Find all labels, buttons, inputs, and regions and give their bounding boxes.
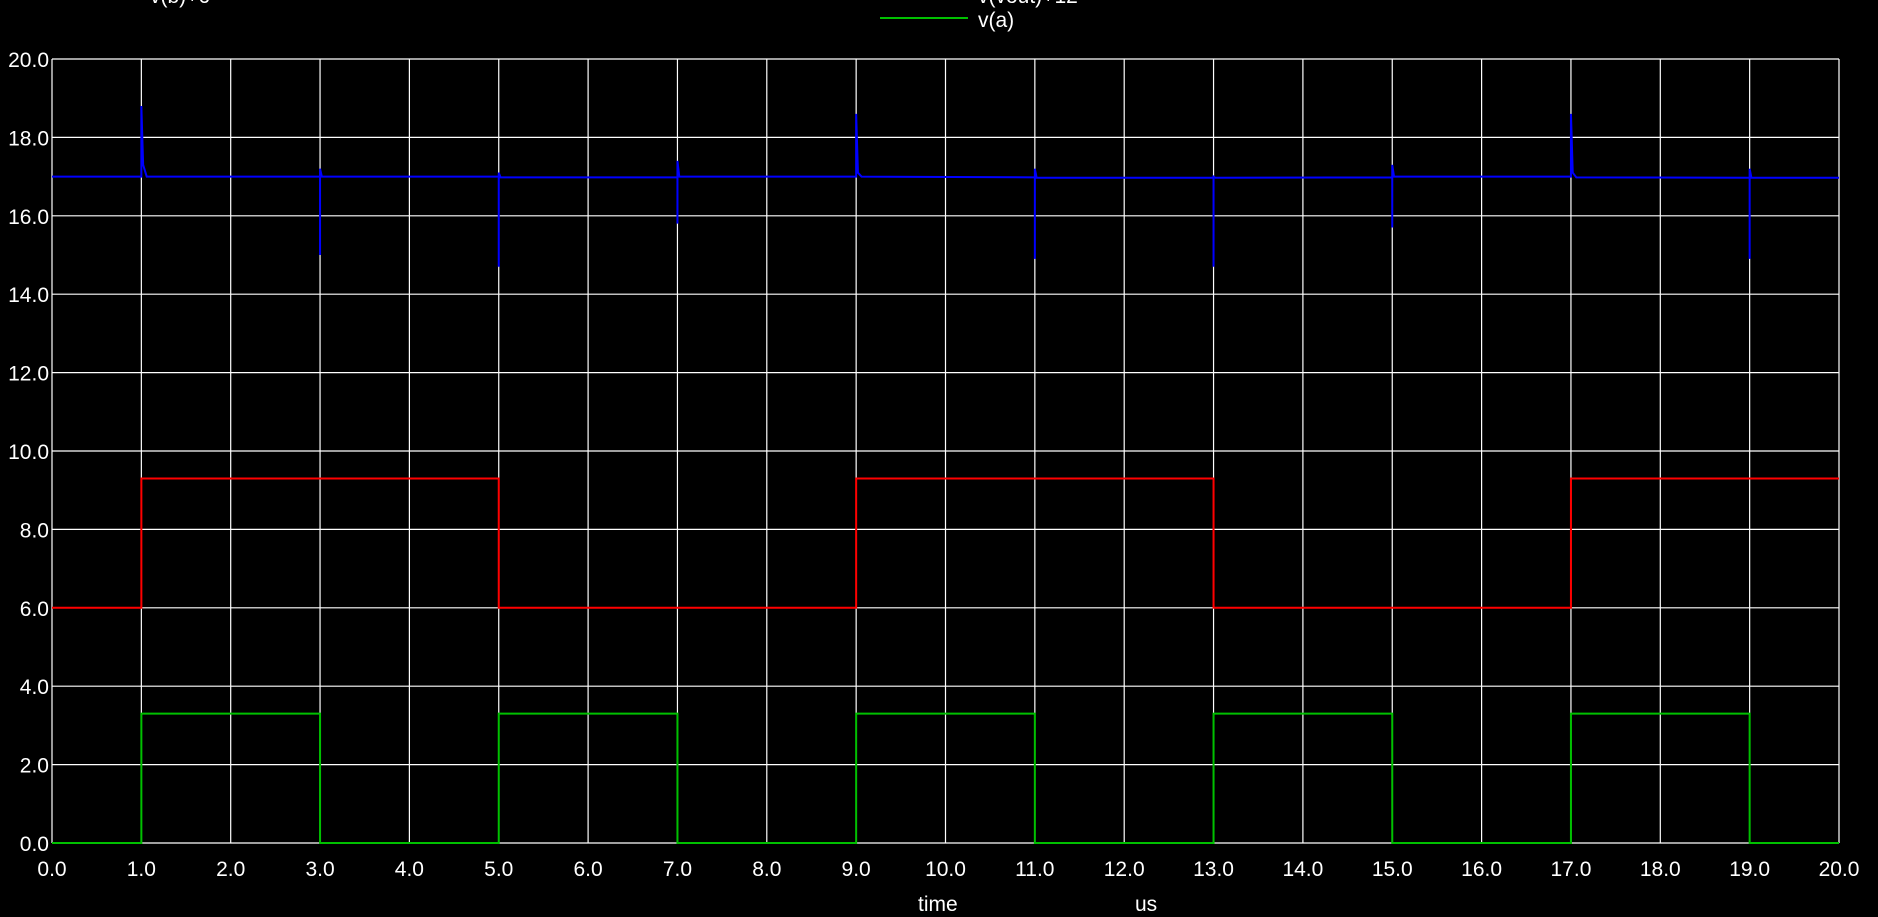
x-tick-label-1: 1.0 (127, 858, 156, 881)
y-tick-label-6: 12.0 (8, 363, 49, 386)
x-tick-label-17: 17.0 (1551, 858, 1592, 881)
x-tick-label-11: 11.0 (1015, 858, 1054, 881)
x-tick-label-8: 8.0 (752, 858, 781, 881)
y-tick-label-7: 14.0 (8, 284, 49, 307)
legend-label-v-vout: v(vout)+12 (978, 0, 1078, 8)
y-tick-label-4: 8.0 (20, 519, 49, 542)
x-tick-label-20: 20.0 (1819, 858, 1860, 881)
x-tick-label-2: 2.0 (216, 858, 245, 881)
x-tick-label-3: 3.0 (305, 858, 334, 881)
x-tick-label-12: 12.0 (1104, 858, 1145, 881)
x-tick-label-18: 18.0 (1640, 858, 1681, 881)
y-tick-label-1: 2.0 (20, 755, 49, 778)
y-tick-label-3: 6.0 (20, 598, 49, 621)
y-tick-label-5: 10.0 (8, 441, 49, 464)
waveform-chart: 0.02.04.06.08.010.012.014.016.018.020.0 … (0, 0, 1878, 917)
x-tick-label-10: 10.0 (925, 858, 966, 881)
y-tick-label-10: 20.0 (8, 49, 49, 72)
x-tick-label-15: 15.0 (1372, 858, 1413, 881)
y-tick-label-9: 18.0 (8, 127, 49, 150)
y-tick-label-8: 16.0 (8, 206, 49, 229)
x-tick-label-9: 9.0 (842, 858, 871, 881)
x-tick-labels: 0.0 1.0 2.0 3.0 4.0 5.0 6.0 7.0 8.0 9.0 10.0 11.0 12… (37, 858, 1859, 881)
x-tick-label-4: 4.0 (395, 858, 424, 881)
x-axis-label: time (918, 893, 958, 916)
x-tick-label-0: 0.0 (37, 858, 66, 881)
x-axis-unit: us (1135, 893, 1157, 916)
x-tick-label-5: 5.0 (484, 858, 513, 881)
y-tick-label-2: 4.0 (20, 676, 49, 699)
y-tick-label-0: 0.0 (20, 833, 49, 856)
x-tick-label-14: 14.0 (1282, 858, 1323, 881)
x-tick-label-7: 7.0 (663, 858, 692, 881)
legend-label-v-b: v(b)+6 (150, 0, 210, 8)
x-tick-label-16: 16.0 (1461, 858, 1502, 881)
legend-label-v-a: v(a) (978, 9, 1014, 32)
x-tick-label-13: 13.0 (1193, 858, 1234, 881)
x-tick-label-19: 19.0 (1729, 858, 1770, 881)
x-tick-label-6: 6.0 (573, 858, 602, 881)
